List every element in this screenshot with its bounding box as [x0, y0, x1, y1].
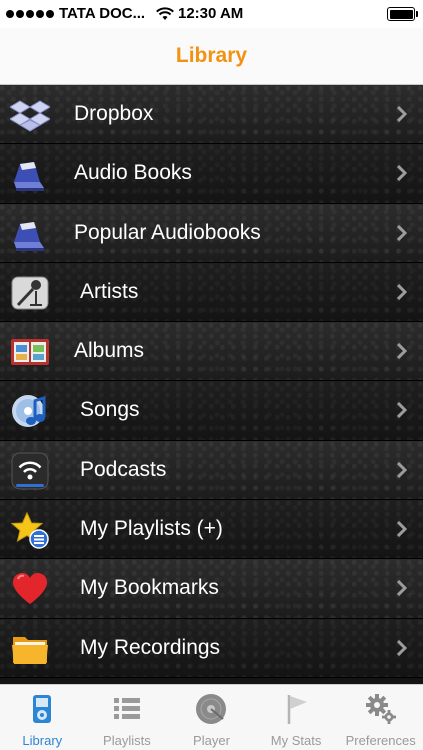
list-item-audio-books[interactable]: Audio Books: [0, 144, 423, 204]
status-bar: TATA DOC... 12:30 AM: [0, 0, 423, 28]
list-item-popular-audiobooks[interactable]: Popular Audiobooks: [0, 203, 423, 263]
chevron-right-icon: [397, 402, 407, 419]
list-item-label: Audio Books: [74, 161, 192, 185]
list-item-label: Albums: [74, 339, 145, 363]
ipod-icon: [33, 695, 52, 723]
list-item-podcasts[interactable]: Podcasts: [0, 440, 423, 501]
flag-icon: [287, 695, 308, 724]
list-item-label: Artists: [80, 279, 139, 303]
chevron-right-icon: [397, 283, 407, 300]
tab-my-stats[interactable]: My Stats: [254, 685, 339, 750]
chevron-right-icon: [397, 343, 407, 360]
list-item-my-playlists[interactable]: My Playlists (+): [0, 500, 423, 560]
chevron-right-icon: [397, 461, 407, 478]
dropbox-icon: [10, 100, 50, 132]
chevron-right-icon: [397, 580, 407, 597]
chevron-right-icon: [397, 639, 407, 656]
list-item-albums[interactable]: Albums: [0, 322, 423, 382]
library-list: Dropbox Audio Books Popular Audiobooks A…: [0, 85, 423, 684]
list-item-songs[interactable]: Songs: [0, 381, 423, 441]
carrier-name: TATA DOC...: [59, 5, 146, 22]
list-item-label: Songs: [80, 398, 140, 422]
music-cd-icon: [12, 395, 46, 428]
tab-bar: Library Playlists Player My Stats Prefer…: [0, 684, 423, 750]
chevron-right-icon: [397, 106, 407, 122]
carrier-info: TATA DOC...: [6, 5, 174, 22]
heart-icon: [13, 573, 47, 605]
page-title: Library: [175, 44, 248, 67]
album-icon: [11, 339, 49, 366]
tab-playlists[interactable]: Playlists: [85, 685, 170, 750]
signal-strength-icon: [6, 9, 54, 18]
tab-label: My Stats: [270, 733, 322, 748]
list-item-label: My Playlists (+): [80, 517, 223, 541]
audiobook-icon: [14, 221, 44, 251]
list-item-label: Popular Audiobooks: [74, 220, 261, 244]
audiobook-icon: [14, 162, 44, 192]
gear-icon: [365, 694, 396, 724]
artist-mic-icon: [11, 276, 49, 310]
navigation-bar: Library: [0, 28, 423, 85]
tab-label: Playlists: [103, 733, 151, 748]
disc-icon: [196, 694, 227, 724]
tab-label: Player: [193, 733, 230, 748]
tab-player[interactable]: Player: [169, 685, 254, 750]
list-item-label: My Bookmarks: [80, 576, 219, 600]
list-item-label: My Recordings: [80, 635, 221, 659]
chevron-right-icon: [397, 224, 407, 241]
folder-icon: [12, 636, 48, 664]
tab-label: Library: [22, 733, 63, 748]
tab-preferences[interactable]: Preferences: [338, 685, 423, 750]
list-item-label: Dropbox: [74, 102, 154, 125]
star-playlist-icon: [10, 511, 49, 549]
list-item-my-bookmarks[interactable]: My Bookmarks: [0, 559, 423, 619]
tab-library[interactable]: Library: [0, 685, 85, 750]
list-item-dropbox[interactable]: Dropbox: [0, 85, 423, 145]
clock: 12:30 AM: [178, 5, 244, 22]
list-icon: [113, 698, 140, 719]
list-item-my-recordings[interactable]: My Recordings: [0, 618, 423, 678]
tab-label: Preferences: [345, 733, 416, 748]
battery-icon: [387, 7, 418, 21]
podcast-wifi-icon: [11, 452, 49, 490]
list-item-artists[interactable]: Artists: [0, 262, 423, 323]
chevron-right-icon: [397, 165, 407, 182]
chevron-right-icon: [397, 521, 407, 538]
list-item-label: Podcasts: [80, 457, 167, 481]
wifi-icon: [156, 6, 174, 20]
